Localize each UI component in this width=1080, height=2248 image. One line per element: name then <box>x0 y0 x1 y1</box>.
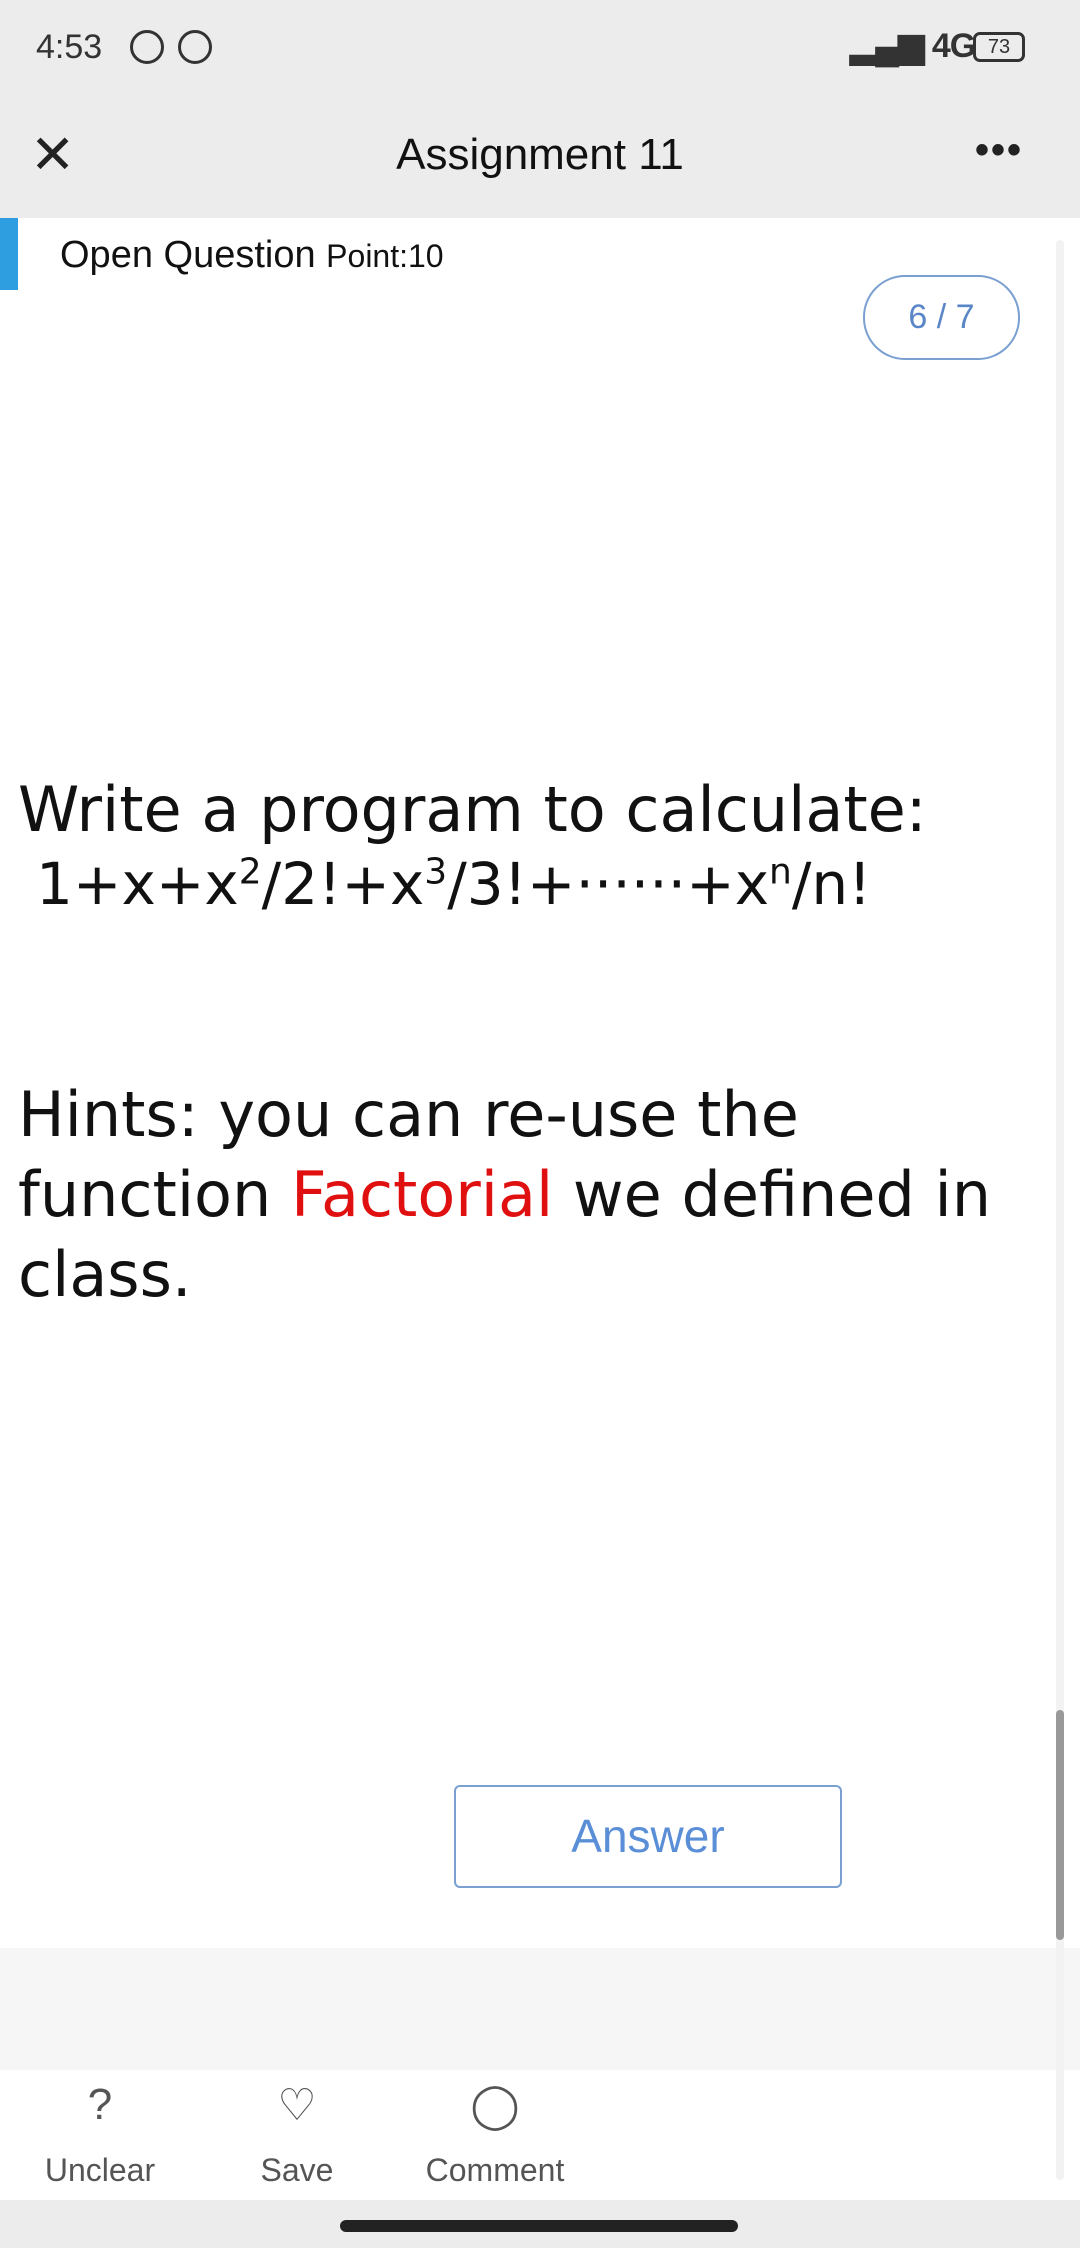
save-label: Save <box>260 2152 334 2188</box>
question-type-marker <box>0 218 18 290</box>
question-prompt: Write a program to calculate: <box>18 773 927 846</box>
question-type-label: Open Question <box>60 234 316 276</box>
save-button[interactable]: ♡ Save <box>217 2080 377 2189</box>
page-title: Assignment 11 <box>396 130 684 179</box>
network-indicator: ▂▄▆ 4G <box>850 26 976 66</box>
whatsapp-icon <box>178 30 212 64</box>
comment-label: Comment <box>425 2152 565 2188</box>
scrollbar-thumb[interactable] <box>1056 1710 1064 1940</box>
hint-highlight: Factorial <box>290 1158 554 1231</box>
comment-icon: ◯ <box>470 2081 520 2130</box>
question-formula: 1+x+x2/2!+x3/3!+······+xn/n! <box>36 850 871 918</box>
answer-button[interactable]: Answer <box>454 1785 842 1888</box>
heart-icon: ♡ <box>277 2081 317 2130</box>
formula-exponent: n <box>769 851 792 893</box>
comment-button[interactable]: ◯ Comment <box>415 2080 575 2189</box>
signal-icon: ▂▄▆ <box>850 27 932 65</box>
spacer <box>0 1948 1080 2070</box>
question-hint: Hints: you can re-use the function Facto… <box>18 1075 1018 1315</box>
question-icon: ? <box>87 2080 113 2129</box>
formula-part: 1+x+x <box>36 850 239 918</box>
formula-exponent: 3 <box>424 851 448 893</box>
whatsapp-icon <box>130 30 164 64</box>
more-icon[interactable]: ••• <box>975 128 1023 173</box>
network-type: 4G <box>931 27 976 65</box>
formula-exponent: 2 <box>238 851 262 893</box>
home-indicator[interactable] <box>340 2220 738 2232</box>
unclear-label: Unclear <box>44 2152 156 2188</box>
unclear-button[interactable]: ? Unclear <box>20 2080 180 2189</box>
question-progress-badge[interactable]: 6 / 7 <box>863 275 1020 360</box>
formula-part: /3!+······+x <box>447 850 770 918</box>
status-time: 4:53 <box>36 28 103 66</box>
question-points: Point:10 <box>326 238 444 274</box>
formula-part: /n! <box>791 850 872 918</box>
battery-icon: 73 <box>973 32 1025 62</box>
question-type: Open Question Point:10 <box>60 234 444 277</box>
formula-part: /2!+x <box>261 850 425 918</box>
